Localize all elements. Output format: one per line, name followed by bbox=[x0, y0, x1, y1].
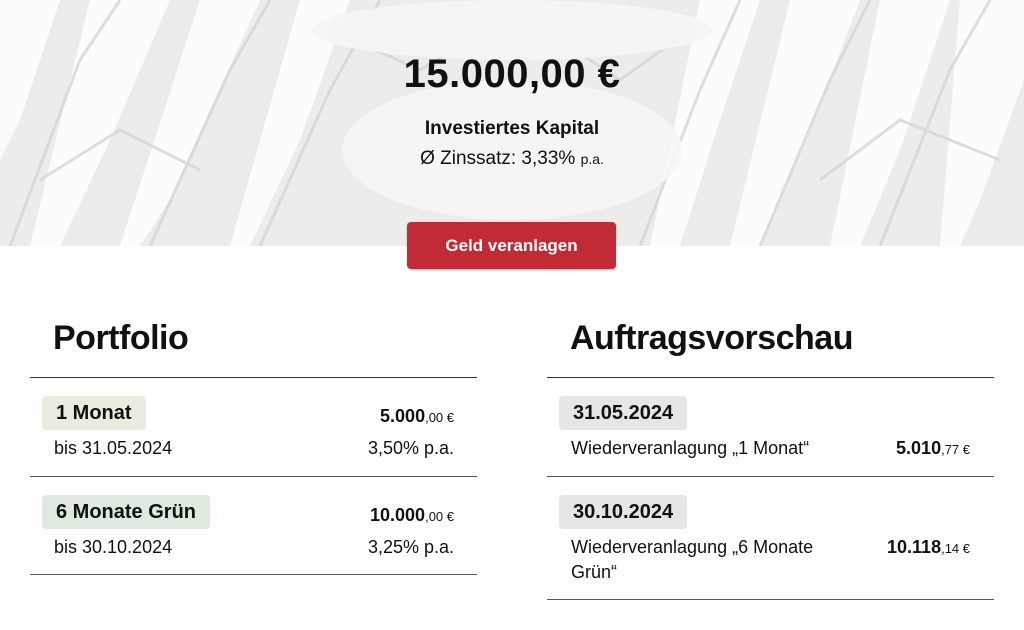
portfolio-item-until: bis 30.10.2024 bbox=[54, 537, 173, 557]
portfolio-item-term: 6 Monate Grün bbox=[42, 495, 211, 529]
preview-item-description: Wiederveranlagung „6 Monate bbox=[571, 537, 814, 557]
preview-divider-bottom bbox=[547, 599, 994, 600]
portfolio-divider-bottom bbox=[30, 574, 477, 575]
portfolio-item-amount: 5.000,00 € bbox=[380, 406, 454, 426]
preview-item-date: 30.10.2024 bbox=[559, 495, 688, 529]
invest-money-button[interactable]: Geld veranlagen bbox=[407, 222, 616, 269]
average-rate-value: Ø Zinssatz: 3,33% bbox=[420, 148, 576, 169]
portfolio-item-rate: 3,50% p.a. bbox=[367, 438, 454, 458]
invested-label: Investiertes Kapital bbox=[424, 118, 600, 139]
preview-item-amount: 5.010,77 € bbox=[896, 438, 970, 458]
portfolio-item-rate: 3,25% p.a. bbox=[367, 537, 454, 557]
portfolio-item-term: 1 Monat bbox=[42, 396, 146, 430]
preview-item-date: 31.05.2024 bbox=[559, 396, 688, 430]
preview-divider bbox=[547, 476, 994, 477]
preview-item-description: Wiederveranlagung „1 Monat“ bbox=[571, 438, 810, 458]
invested-total: 15.000,00 € bbox=[403, 52, 621, 96]
portfolio-divider-top bbox=[30, 377, 477, 378]
preview-item-amount: 10.118,14 € bbox=[887, 537, 970, 557]
preview-divider-top bbox=[547, 377, 994, 378]
order-preview-title: Auftragsvorschau bbox=[570, 319, 853, 357]
average-rate: Ø Zinssatz: 3,33% p.a. bbox=[0, 147, 1024, 171]
portfolio-divider bbox=[30, 476, 477, 477]
portfolio-item-amount: 10.000,00 € bbox=[370, 505, 454, 525]
portfolio-item-until: bis 31.05.2024 bbox=[54, 438, 173, 458]
portfolio-title: Portfolio bbox=[53, 319, 189, 357]
preview-item-description-cont: Grün“ bbox=[571, 562, 618, 582]
hero-banner: 15.000,00 € Investiertes Kapital Ø Zinss… bbox=[0, 0, 1024, 246]
average-rate-unit: p.a. bbox=[580, 151, 604, 167]
